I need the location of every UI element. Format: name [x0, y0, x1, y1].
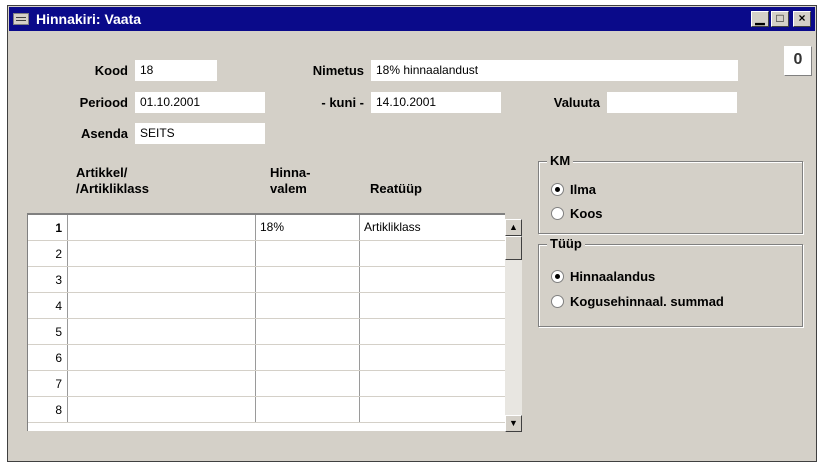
cell-hinnavalem[interactable]	[255, 241, 359, 266]
scroll-thumb[interactable]	[505, 236, 522, 260]
kood-field[interactable]: 18	[134, 59, 218, 82]
kuni-label: - kuni -	[321, 95, 364, 110]
km-option-label: Koos	[570, 206, 603, 221]
tyyp-option-kogusehinnaal[interactable]: Kogusehinnaal. summad	[551, 294, 724, 309]
valuuta-field[interactable]	[606, 91, 738, 114]
cell-hinnavalem[interactable]	[255, 319, 359, 344]
close-button[interactable]: ×	[793, 11, 811, 27]
col-header-hinnavalem[interactable]: Hinna- valem	[270, 165, 310, 197]
minimize-button[interactable]: ▁	[751, 11, 769, 27]
cell-hinnavalem[interactable]	[255, 397, 359, 422]
cell-artikkel[interactable]	[67, 371, 255, 396]
col-header-artikkel[interactable]: Artikkel/ /Artikliklass	[76, 165, 149, 197]
km-group-title: KM	[547, 153, 574, 168]
col-header-reatyyp[interactable]: Reatüüp	[370, 181, 422, 197]
cell-artikkel[interactable]	[67, 241, 255, 266]
cell-reatyyp[interactable]	[359, 397, 505, 422]
cell-hinnavalem[interactable]	[255, 267, 359, 292]
cell-reatyyp[interactable]	[359, 267, 505, 292]
cell-reatyyp[interactable]	[359, 371, 505, 396]
cell-hinnavalem[interactable]: 18%	[255, 215, 359, 240]
table-row[interactable]: 8	[28, 397, 505, 423]
table-row[interactable]: 1 18% Artikliklass	[28, 215, 505, 241]
scroll-up-arrow-icon[interactable]: ▲	[505, 219, 522, 236]
radio-unselected-icon	[551, 295, 564, 308]
cell-hinnavalem[interactable]	[255, 293, 359, 318]
radio-unselected-icon	[551, 207, 564, 220]
tyyp-option-hinnaalandus[interactable]: Hinnaalandus	[551, 269, 655, 284]
row-number: 2	[55, 247, 62, 261]
price-list-window: Hinnakiri: Vaata ▁ □ × 0 Kood 18 Nimetus…	[7, 5, 817, 462]
cell-reatyyp[interactable]	[359, 293, 505, 318]
title-bar[interactable]: Hinnakiri: Vaata ▁ □ ×	[9, 7, 815, 31]
cell-artikkel[interactable]	[67, 215, 255, 240]
km-option-ilma[interactable]: Ilma	[551, 182, 596, 197]
row-number: 6	[55, 351, 62, 365]
cell-artikkel[interactable]	[67, 293, 255, 318]
window-controls: ▁ □ ×	[751, 11, 811, 27]
tyyp-group-title: Tüüp	[547, 236, 585, 251]
cell-artikkel[interactable]	[67, 267, 255, 292]
cell-reatyyp[interactable]	[359, 345, 505, 370]
cell-hinnavalem[interactable]	[255, 371, 359, 396]
row-number: 3	[55, 273, 62, 287]
table-vertical-scrollbar[interactable]: ▲ ▼	[505, 219, 522, 432]
cell-artikkel[interactable]	[67, 319, 255, 344]
nimetus-field[interactable]: 18% hinnaalandust	[370, 59, 739, 82]
price-rules-table: 1 18% Artikliklass 2 3 4 5 6 7 8	[27, 213, 505, 431]
paperclip-icon: 0	[793, 51, 803, 68]
nimetus-label: Nimetus	[312, 63, 364, 78]
cell-reatyyp[interactable]	[359, 319, 505, 344]
km-option-label: Ilma	[570, 182, 597, 197]
tyyp-option-label: Hinnaalandus	[570, 269, 656, 284]
row-number: 5	[55, 325, 62, 339]
row-number: 4	[55, 299, 62, 313]
asenda-field[interactable]: SEITS	[134, 122, 266, 145]
cell-reatyyp[interactable]	[359, 241, 505, 266]
tyyp-option-label: Kogusehinnaal. summad	[570, 294, 724, 309]
table-row[interactable]: 2	[28, 241, 505, 267]
row-number: 1	[55, 221, 62, 235]
radio-selected-icon	[551, 270, 564, 283]
table-row[interactable]: 7	[28, 371, 505, 397]
radio-selected-icon	[551, 183, 564, 196]
cell-reatyyp[interactable]: Artikliklass	[359, 215, 505, 240]
asenda-label: Asenda	[81, 126, 128, 141]
scroll-down-arrow-icon[interactable]: ▼	[505, 415, 522, 432]
kood-label: Kood	[94, 63, 128, 78]
table-row[interactable]: 5	[28, 319, 505, 345]
periood-end-field[interactable]: 14.10.2001	[370, 91, 502, 114]
km-option-koos[interactable]: Koos	[551, 206, 603, 221]
window-icon[interactable]	[13, 13, 29, 25]
row-number: 7	[55, 377, 62, 391]
tyyp-group: Tüüp Hinnaalandus Kogusehinnaal. summad	[538, 236, 803, 327]
periood-start-field[interactable]: 01.10.2001	[134, 91, 266, 114]
cell-hinnavalem[interactable]	[255, 345, 359, 370]
table-row[interactable]: 3	[28, 267, 505, 293]
periood-label: Periood	[79, 95, 128, 110]
row-number: 8	[55, 403, 62, 417]
window-title: Hinnakiri: Vaata	[36, 11, 142, 27]
maximize-button[interactable]: □	[771, 11, 789, 27]
cell-artikkel[interactable]	[67, 345, 255, 370]
valuuta-label: Valuuta	[553, 95, 600, 110]
table-row[interactable]: 6	[28, 345, 505, 371]
cell-artikkel[interactable]	[67, 397, 255, 422]
attachment-button[interactable]: 0	[784, 46, 812, 76]
table-row[interactable]: 4	[28, 293, 505, 319]
km-group: KM Ilma Koos	[538, 153, 803, 234]
